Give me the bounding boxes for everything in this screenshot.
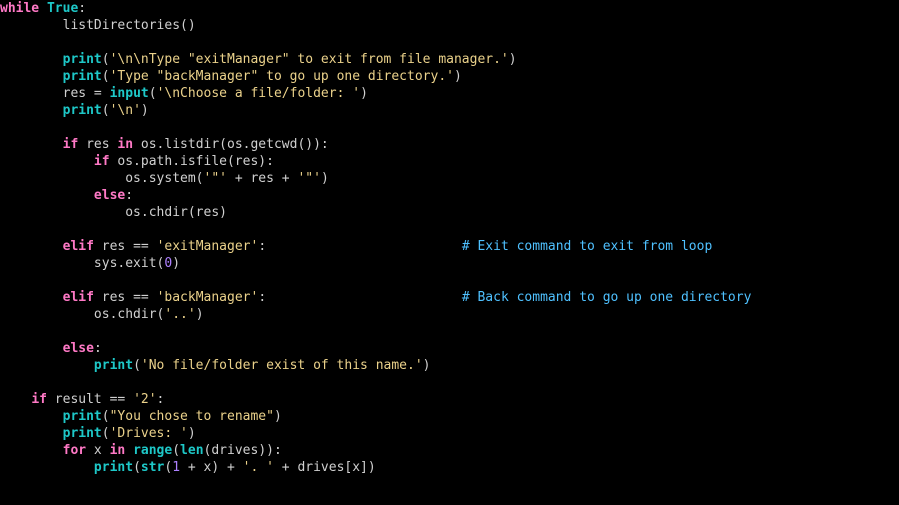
code-line: print('Type "backManager" to go up one d… (0, 69, 462, 84)
code-line: if result == '2': (0, 392, 164, 407)
code-line: else: (0, 188, 133, 203)
code-line: else: (0, 341, 102, 356)
code-line: print(str(1 + x) + '. ' + drives[x]) (0, 460, 376, 475)
code-editor[interactable]: while True: listDirectories() print('\n\… (0, 0, 899, 476)
code-line: print("You chose to rename") (0, 409, 282, 424)
code-line: if res in os.listdir(os.getcwd()): (0, 137, 329, 152)
code-line: os.chdir('..') (0, 307, 204, 322)
code-line: print('Drives: ') (0, 426, 196, 441)
code-line: os.system('"' + res + '"') (0, 171, 329, 186)
code-line: for x in range(len(drives)): (0, 443, 282, 458)
code-line: sys.exit(0) (0, 256, 180, 271)
code-line: elif res == 'exitManager': # Exit comman… (0, 239, 712, 254)
code-line: os.chdir(res) (0, 205, 227, 220)
code-line: while True: (0, 1, 86, 16)
code-line: print('\n') (0, 103, 149, 118)
code-line: listDirectories() (0, 18, 196, 33)
code-line: print('\n\nType "exitManager" to exit fr… (0, 52, 517, 67)
code-line: print('No file/folder exist of this name… (0, 358, 430, 373)
code-line: res = input('\nChoose a file/folder: ') (0, 86, 368, 101)
code-line: if os.path.isfile(res): (0, 154, 274, 169)
code-line: elif res == 'backManager': # Back comman… (0, 290, 751, 305)
